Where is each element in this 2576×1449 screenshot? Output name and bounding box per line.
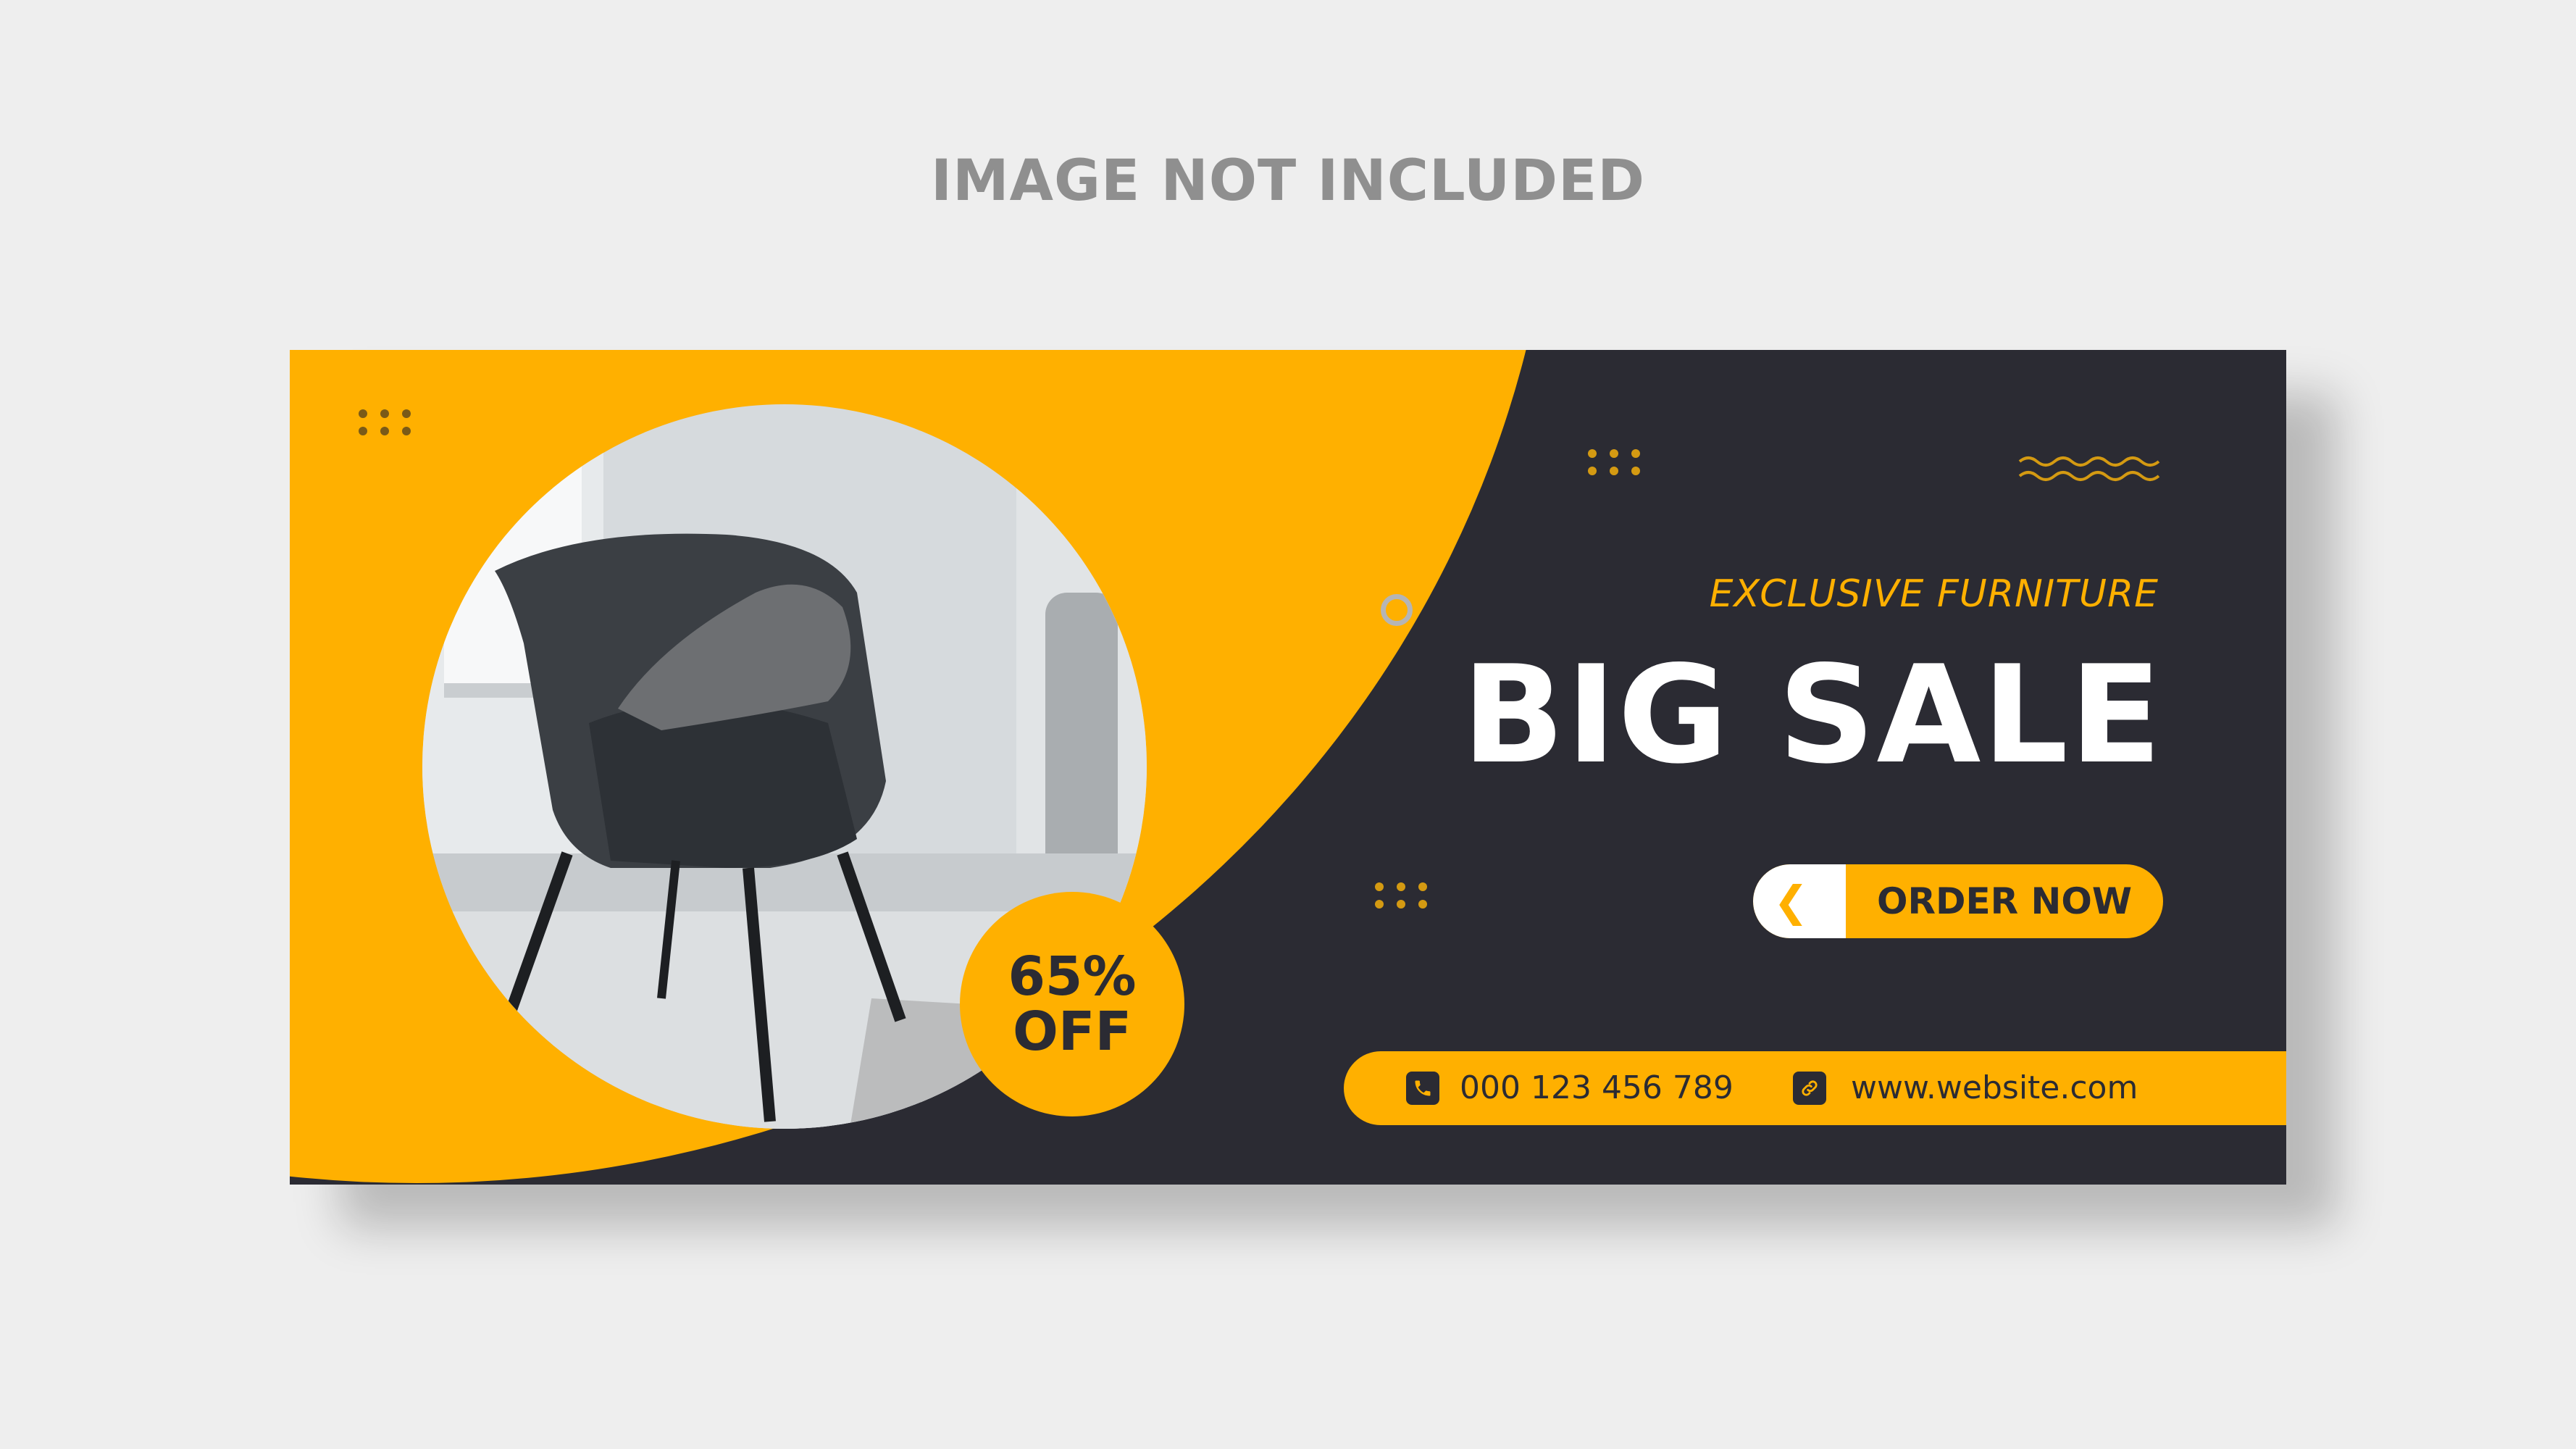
sale-banner: 65% OFF EXCLUSIVE FURNITURE BIG SALE ❮ O…: [290, 350, 2286, 1185]
dots-decoration-top-left: [359, 409, 411, 435]
order-now-button[interactable]: ❮ ORDER NOW: [1753, 864, 2163, 938]
website-link[interactable]: www.website.com: [1851, 1051, 2138, 1125]
discount-badge: 65% OFF: [960, 892, 1184, 1116]
phone-number[interactable]: 000 123 456 789: [1460, 1051, 1734, 1125]
wave-decoration: [2018, 456, 2160, 481]
phone-icon: [1406, 1072, 1439, 1105]
headline: BIG SALE: [1462, 636, 2163, 793]
order-now-label: ORDER NOW: [1876, 880, 2133, 922]
discount-off: OFF: [1012, 1001, 1132, 1063]
dots-decoration-middle: [1375, 882, 1427, 909]
image-not-included-note: IMAGE NOT INCLUDED: [931, 149, 1645, 214]
ring-decoration: [1381, 594, 1413, 626]
tagline: EXCLUSIVE FURNITURE: [1709, 572, 2159, 616]
discount-percent: 65%: [1008, 945, 1137, 1008]
chevron-left-icon: ❮: [1773, 877, 1809, 926]
contact-bar: 000 123 456 789 www.website.com: [1344, 1051, 2286, 1125]
dots-decoration-top-center: [1588, 449, 1640, 475]
link-icon: [1793, 1072, 1826, 1105]
